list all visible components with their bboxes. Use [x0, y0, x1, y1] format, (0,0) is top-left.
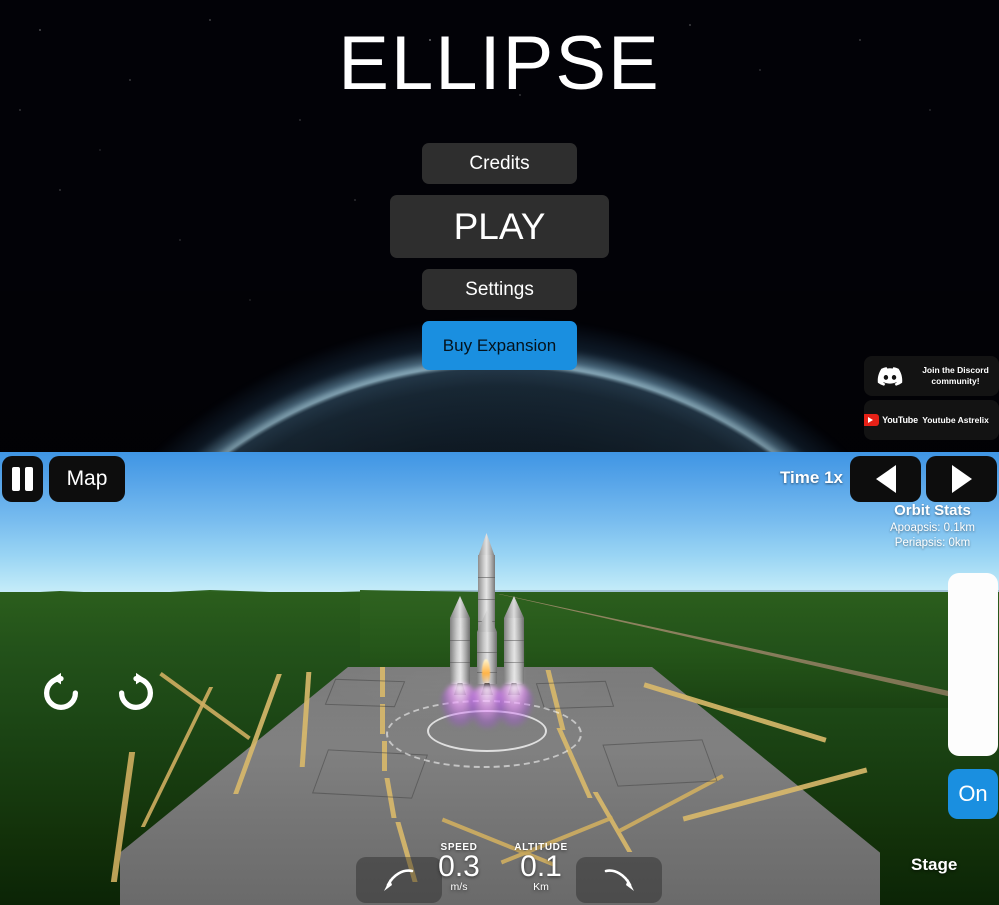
apoapsis-value: Apoapsis: 0.1km: [889, 522, 975, 534]
pad-marking: [380, 704, 385, 734]
throttle-slider[interactable]: [948, 573, 998, 756]
buy-expansion-button[interactable]: Buy Expansion: [422, 321, 577, 370]
engine-flame: [482, 659, 490, 685]
engine-smoke: [456, 621, 463, 691]
turn-right-button[interactable]: [576, 857, 662, 903]
social-links: Join the Discord community! YouTube Yout…: [864, 356, 999, 444]
time-increase-button[interactable]: [926, 456, 997, 502]
rotate-clockwise-icon[interactable]: [113, 670, 159, 716]
stage-button[interactable]: Stage: [911, 855, 957, 875]
turn-right-arrow-icon: [604, 869, 634, 891]
altitude-readout: ALTITUDE 0.1 Km: [496, 842, 586, 893]
triangle-left-icon: [875, 465, 896, 493]
speed-value: 0.3: [438, 850, 480, 883]
play-button[interactable]: PLAY: [390, 195, 609, 258]
credits-button[interactable]: Credits: [422, 143, 577, 184]
time-decrease-button[interactable]: [850, 456, 921, 502]
engine-toggle-button[interactable]: On: [948, 769, 998, 819]
time-warp-label: Time 1x: [779, 468, 843, 487]
orbit-stats-panel: Orbit Stats Apoapsis: 0.1km Periapsis: 0…: [890, 502, 975, 549]
altitude-value: 0.1: [520, 850, 562, 883]
discord-link[interactable]: Join the Discord community!: [864, 356, 999, 396]
settings-button[interactable]: Settings: [422, 269, 577, 310]
pause-icon: [12, 467, 33, 491]
turn-left-arrow-icon: [384, 869, 414, 891]
game-viewport: Map Time 1x Orbit Stats Apoapsis: 0.1km …: [0, 452, 999, 905]
youtube-icon: YouTube: [864, 414, 918, 426]
booster-nose-right: [504, 596, 524, 618]
booster-nose-left: [450, 596, 470, 618]
app-root: ELLIPSE Credits PLAY Settings Buy Expans…: [0, 0, 999, 905]
pause-button[interactable]: [2, 456, 43, 502]
pad-panel: [324, 678, 406, 708]
triangle-right-icon: [951, 465, 972, 493]
engine-smoke: [514, 621, 521, 691]
youtube-wordmark: YouTube: [882, 415, 918, 425]
altitude-unit: Km: [533, 881, 549, 893]
rotate-counterclockwise-icon[interactable]: [38, 670, 84, 716]
orbit-stats-title: Orbit Stats: [894, 502, 971, 519]
pad-panel: [602, 739, 718, 787]
discord-icon: [864, 366, 916, 386]
youtube-link[interactable]: YouTube Youtube Astrelix: [864, 400, 999, 440]
main-menu-screen: ELLIPSE Credits PLAY Settings Buy Expans…: [0, 0, 999, 452]
page-title: ELLIPSE: [338, 21, 661, 106]
speed-readout: SPEED 0.3 m/s: [414, 842, 504, 893]
periapsis-value: Periapsis: 0km: [894, 537, 971, 549]
rocket-vehicle: [432, 533, 542, 729]
youtube-link-label: Youtube Astrelix: [922, 414, 989, 425]
pad-panel: [535, 680, 615, 710]
discord-link-label: Join the Discord community!: [922, 365, 989, 386]
map-button[interactable]: Map: [49, 456, 125, 502]
speed-unit: m/s: [450, 881, 468, 893]
